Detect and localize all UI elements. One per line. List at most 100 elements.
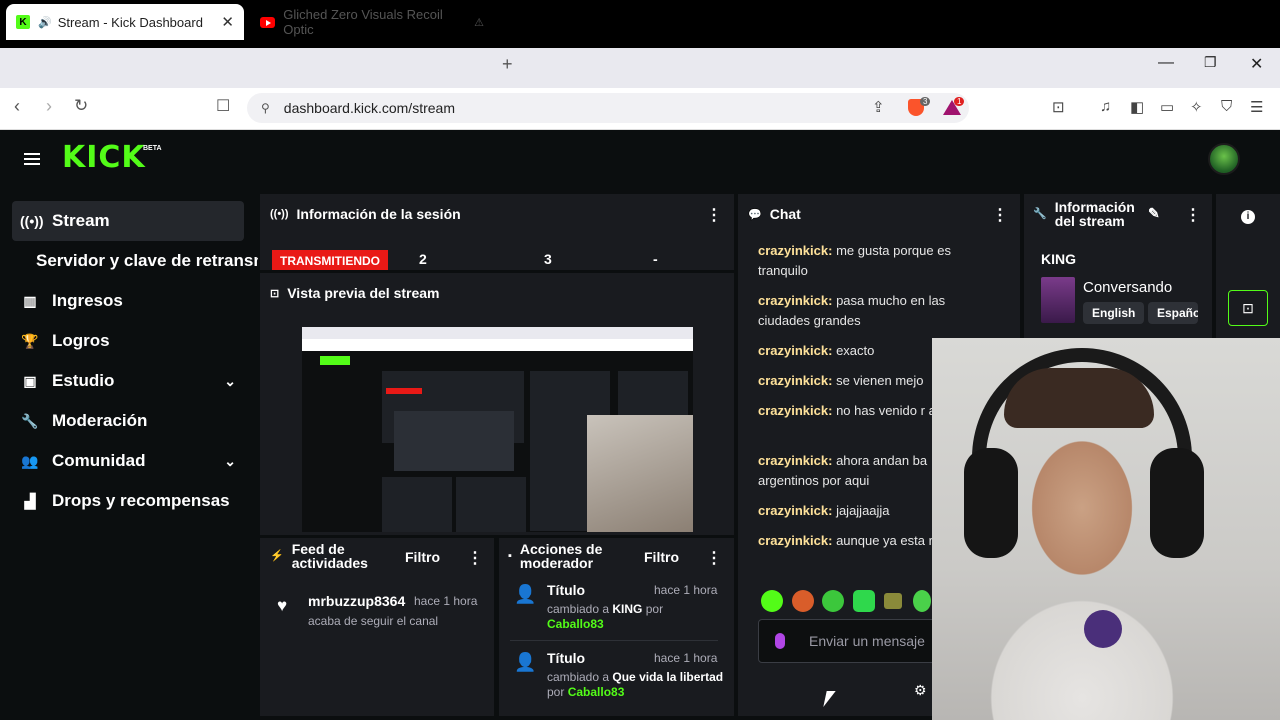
menu-icon[interactable]: ☰ — [1250, 98, 1263, 116]
chat-username[interactable]: crazyinkick: — [758, 373, 832, 388]
session-stat: 2 — [419, 251, 427, 267]
feed-filter-button[interactable]: Filtro — [405, 549, 440, 565]
mod-item-value: KING — [612, 602, 643, 616]
sidebar-item-comunidad[interactable]: 👥 Comunidad ⌄ — [12, 441, 244, 481]
webcam-overlay — [932, 338, 1280, 720]
studio-icon: ▣ — [23, 372, 37, 389]
screenshot-button[interactable]: ⊡ — [1228, 290, 1268, 326]
category-name[interactable]: Conversando — [1083, 279, 1172, 296]
back-icon[interactable]: ‹ — [14, 96, 20, 117]
preview-feed — [382, 477, 452, 532]
chat-username[interactable]: crazyinkick: — [758, 243, 832, 258]
category-thumbnail[interactable] — [1041, 277, 1075, 323]
new-tab-icon[interactable]: + — [502, 54, 513, 75]
music-icon[interactable]: ♫ — [1100, 98, 1111, 115]
chat-username[interactable]: crazyinkick: — [758, 503, 832, 518]
chat-username[interactable]: crazyinkick: — [758, 533, 832, 548]
browser-tab-active[interactable]: K 🔊 Stream - Kick Dashboard ✕ — [6, 4, 244, 40]
sidebar-item-stream[interactable]: ((•)) Stream — [12, 201, 244, 241]
hamburger-menu-icon[interactable] — [24, 153, 40, 165]
browser-tab-inactive[interactable]: Gliched Zero Visuals Recoil Optic ⚠ — [252, 4, 492, 40]
info-icon[interactable]: i — [1241, 210, 1255, 224]
kebab-menu-icon[interactable]: ⋮ — [467, 548, 483, 568]
sidebar-icon[interactable]: ◧ — [1130, 98, 1144, 116]
preview-panel — [394, 411, 514, 471]
feed-user[interactable]: mrbuzzup8364 — [308, 593, 405, 609]
emote-icon[interactable] — [822, 590, 844, 612]
close-window-icon[interactable]: ✕ — [1250, 54, 1263, 74]
broadcast-icon: ((•)) — [20, 213, 44, 229]
kick-favicon-icon: K — [16, 15, 30, 29]
chat-username[interactable]: crazyinkick: — [758, 403, 832, 418]
minimize-icon[interactable]: — — [1158, 54, 1174, 72]
microphone-icon[interactable] — [775, 633, 785, 649]
stream-preview[interactable] — [302, 327, 693, 532]
kebab-menu-icon[interactable]: ⋮ — [992, 205, 1008, 225]
user-avatar[interactable] — [1208, 143, 1240, 175]
tag-espanol[interactable]: Español — [1148, 302, 1198, 324]
mod-filter-button[interactable]: Filtro — [644, 549, 679, 565]
warning-icon: ⚠ — [474, 16, 484, 29]
beta-badge: BETA — [143, 145, 162, 152]
preview-icon: ⊡ — [270, 287, 280, 300]
preview-webcam — [587, 415, 693, 532]
bookmark-icon[interactable]: ☐ — [216, 96, 230, 116]
reload-icon[interactable]: ↻ — [74, 96, 88, 116]
browser-tabbar — [0, 48, 1280, 88]
chat-message: crazyinkick: pasa mucho en las ciudades … — [758, 291, 978, 331]
session-title-text: Información de la sesión — [296, 206, 461, 222]
emote-icon[interactable] — [884, 593, 902, 609]
feed-title: ⚡ Feed de actividades — [270, 542, 368, 570]
mod-item-pre: cambiado a — [547, 602, 610, 616]
screenshot-icon[interactable]: ⊡ — [1052, 98, 1065, 116]
sidebar-item-label: Stream — [52, 211, 110, 230]
settings-gear-icon[interactable]: ⚙ — [914, 682, 927, 699]
live-status-badge: TRANSMITIENDO — [272, 250, 388, 270]
emote-icon[interactable] — [792, 590, 814, 612]
tag-english[interactable]: English — [1083, 302, 1145, 324]
chat-username[interactable]: crazyinkick: — [758, 343, 832, 358]
restore-icon[interactable]: ❐ — [1204, 54, 1217, 71]
sidebar-item-estudio[interactable]: ▣ Estudio ⌄ — [12, 361, 244, 401]
chat-message-input[interactable]: Enviar un mensaje — [758, 619, 948, 663]
sidebar-item-drops[interactable]: ▟ Drops y recompensas — [12, 481, 244, 521]
headphone-left — [964, 448, 1018, 558]
sidebar-item-logros[interactable]: 🏆 Logros — [12, 321, 244, 361]
close-tab-icon[interactable]: ✕ — [221, 13, 234, 31]
sidebar-item-ingresos[interactable]: ▥ Ingresos — [12, 281, 244, 321]
leo-icon[interactable]: ✧ — [1190, 98, 1203, 116]
mod-item-user[interactable]: Caballo83 — [568, 685, 625, 699]
emote-icon[interactable] — [913, 590, 931, 612]
edit-pencil-icon[interactable]: ✎ — [1148, 205, 1160, 222]
emote-icon[interactable] — [761, 590, 783, 612]
kebab-menu-icon[interactable]: ⋮ — [1185, 205, 1201, 225]
chat-input-placeholder: Enviar un mensaje — [809, 633, 925, 649]
session-title: ((•)) Información de la sesión — [270, 206, 461, 222]
forward-icon[interactable]: › — [46, 96, 52, 117]
chat-username[interactable]: crazyinkick: — [758, 453, 832, 468]
kebab-menu-icon[interactable]: ⋮ — [706, 205, 722, 225]
share-icon[interactable]: ⇪ — [872, 98, 885, 116]
address-bar[interactable]: ⚲ dashboard.kick.com/stream — [247, 93, 969, 123]
kick-logo[interactable]: KICK — [62, 140, 146, 175]
lightning-icon: ⚡ — [270, 550, 284, 562]
mod-item-desc: cambiado a KING por Caballo83 — [547, 602, 727, 632]
vpn-icon[interactable]: ⛉ — [1221, 98, 1232, 115]
speaker-icon: 🔊 — [38, 16, 52, 29]
mod-title: ▪ Acciones de moderador — [508, 542, 602, 570]
kebab-menu-icon[interactable]: ⋮ — [706, 548, 722, 568]
chat-username[interactable]: crazyinkick: — [758, 293, 832, 308]
sidebar-item-moderacion[interactable]: 🔧 Moderación — [12, 401, 244, 441]
mod-item-value: Que vida la libertad — [612, 670, 724, 684]
mod-item-time: hace 1 hora — [654, 583, 718, 597]
emote-icon[interactable] — [853, 590, 875, 612]
site-info-icon[interactable]: ⚲ — [261, 101, 270, 115]
mod-item-user[interactable]: Caballo83 — [547, 617, 604, 631]
mod-item-time: hace 1 hora — [654, 651, 718, 665]
mod-item-by: por — [547, 685, 565, 699]
screen: K 🔊 Stream - Kick Dashboard ✕ Gliched Ze… — [0, 0, 1280, 720]
preview-live-badge — [386, 388, 422, 394]
sidebar-item-server-key[interactable]: Servidor y clave de retransmisión — [36, 251, 258, 271]
drops-icon: ▟ — [24, 492, 36, 509]
wallet-icon[interactable]: ▭ — [1160, 98, 1174, 116]
